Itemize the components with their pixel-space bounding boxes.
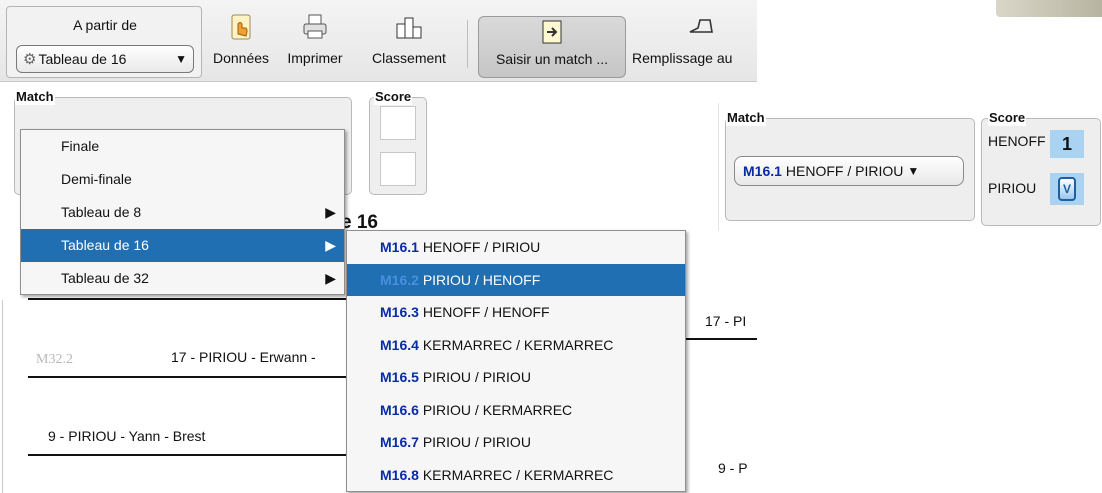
submenu-arrow-icon: ▶ [325,237,336,253]
match-code: M16.6 [380,401,419,418]
round-menu: Finale Demi-finale Tableau de 8 ▶ Tablea… [20,129,345,295]
match-players: PIRIOU / KERMARREC [422,401,573,418]
match-players: KERMARREC / KERMARREC [422,466,614,483]
toolbar-separator [467,20,468,68]
bracket-entry: 17 - PIRIOU - Erwann - [171,349,316,365]
podium-icon [396,17,422,39]
match-players: HENOFF / PIRIOU [785,163,904,179]
bracket-entry: 17 - PI [705,313,747,329]
match-code: M16.4 [380,336,419,353]
player1-score[interactable]: 1 [1050,130,1084,158]
enter-match-icon [542,20,562,44]
menu-item-label: Finale [61,138,100,154]
score-panel: Score [369,89,427,195]
bracket-line [28,298,348,300]
menu-item-demi-finale[interactable]: Demi-finale [21,163,344,196]
hand-pointer-icon [231,14,251,40]
match-players: PIRIOU / PIRIOU [422,434,531,450]
shoe-icon [689,19,713,33]
from-round-select[interactable]: ⚙ Tableau de 16 ▼ [16,45,194,73]
inset-score-title: Score [988,110,1027,126]
gear-icon: ⚙ [23,51,37,68]
toolbar: A partir de ⚙ Tableau de 16 ▼ Données Im… [0,0,757,82]
auto-fill-button[interactable]: Remplissage au [632,0,757,82]
match-code: M16.3 [380,304,419,320]
match-item[interactable]: M16.1 HENOFF / PIRIOU [347,231,685,264]
match-submenu: M16.1 HENOFF / PIRIOU M16.2 PIRIOU / HEN… [346,230,686,492]
inset-match-group: Match M16.1 HENOFF / PIRIOU ▼ [725,110,975,221]
match-inset-panel: Match M16.1 HENOFF / PIRIOU ▼ Score HENO… [718,103,1102,230]
menu-item-label: Tableau de 32 [61,270,149,286]
menu-item-label: Tableau de 16 [61,237,149,253]
match-code: M16.8 [380,466,419,483]
inset-match-select[interactable]: M16.1 HENOFF / PIRIOU ▼ [734,156,964,186]
match-players: PIRIOU / PIRIOU [422,369,531,385]
match-code: M16.1 [743,163,782,179]
score-spinner-icon[interactable]: V [1058,177,1076,201]
menu-item-label: Demi-finale [61,171,132,187]
ranking-button-label: Classement [372,50,446,66]
chevron-down-icon: ▼ [175,52,187,66]
submenu-arrow-icon: ▶ [325,204,336,220]
player2-name: PIRIOU [988,180,1037,196]
auto-fill-button-label: Remplissage au [632,50,733,66]
bracket-line [28,376,348,378]
app-window: A partir de ⚙ Tableau de 16 ▼ Données Im… [0,0,757,493]
inset-match-title: Match [726,110,766,126]
data-button-label: Données [212,50,270,66]
match-item[interactable]: M16.4 KERMARREC / KERMARREC [347,329,685,362]
match-code: M16.7 [380,434,419,450]
from-round-label: A partir de [73,17,137,33]
submenu-arrow-icon: ▶ [325,270,336,286]
bracket-line [686,338,757,340]
from-round-value: Tableau de 16 [38,51,127,67]
score-panel-title: Score [374,89,413,105]
enter-match-button[interactable]: Saisir un match ... [478,16,626,78]
player1-name: HENOFF [988,133,1046,149]
data-button[interactable]: Données [206,0,276,82]
bracket-border [2,300,3,493]
menu-item-tableau-8[interactable]: Tableau de 8 ▶ [21,196,344,229]
menu-item-finale[interactable]: Finale [21,130,344,163]
chevron-down-icon: ▼ [907,164,920,178]
match-players: HENOFF / HENOFF [422,304,550,320]
score-field-2[interactable] [380,152,416,186]
score-field-1[interactable] [380,106,416,140]
ranking-button[interactable]: Classement [360,0,458,82]
match-item[interactable]: M16.6 PIRIOU / KERMARREC [347,394,685,427]
player2-score[interactable]: V [1050,173,1084,205]
match-item[interactable]: M16.3 HENOFF / HENOFF [347,296,685,329]
print-button-label: Imprimer [287,50,343,66]
match-players: KERMARREC / KERMARREC [422,336,614,353]
match-players: PIRIOU / HENOFF [422,271,541,288]
corner-thumbnail [996,0,1102,17]
match-players: HENOFF / PIRIOU [422,239,541,255]
menu-item-label: Tableau de 8 [61,204,142,220]
match-item[interactable]: M16.2 PIRIOU / HENOFF [347,263,685,296]
match-panel-title: Match [15,89,55,105]
match-item[interactable]: M16.7 PIRIOU / PIRIOU [347,426,685,459]
menu-item-tableau-16[interactable]: Tableau de 16 ▶ [21,229,344,262]
bracket-line [28,454,348,456]
inset-score-group: Score HENOFF 1 PIRIOU V [981,110,1101,226]
match-code: M16.5 [380,369,419,385]
match-code: M16.1 [380,239,419,255]
print-button[interactable]: Imprimer [280,0,350,82]
match-item[interactable]: M16.8 KERMARREC / KERMARREC [347,459,685,492]
bracket-entry: 9 - P [718,460,748,476]
from-round-group: A partir de ⚙ Tableau de 16 ▼ [6,6,202,78]
match-item[interactable]: M16.5 PIRIOU / PIRIOU [347,361,685,394]
bracket-entry: 9 - PIRIOU - Yann - Brest [48,428,206,444]
match-code: M16.2 [380,271,419,288]
enter-match-button-label: Saisir un match ... [495,51,609,67]
printer-icon [303,14,327,39]
bracket-match-code: M32.2 [36,352,73,367]
menu-item-tableau-32[interactable]: Tableau de 32 ▶ [21,262,344,295]
